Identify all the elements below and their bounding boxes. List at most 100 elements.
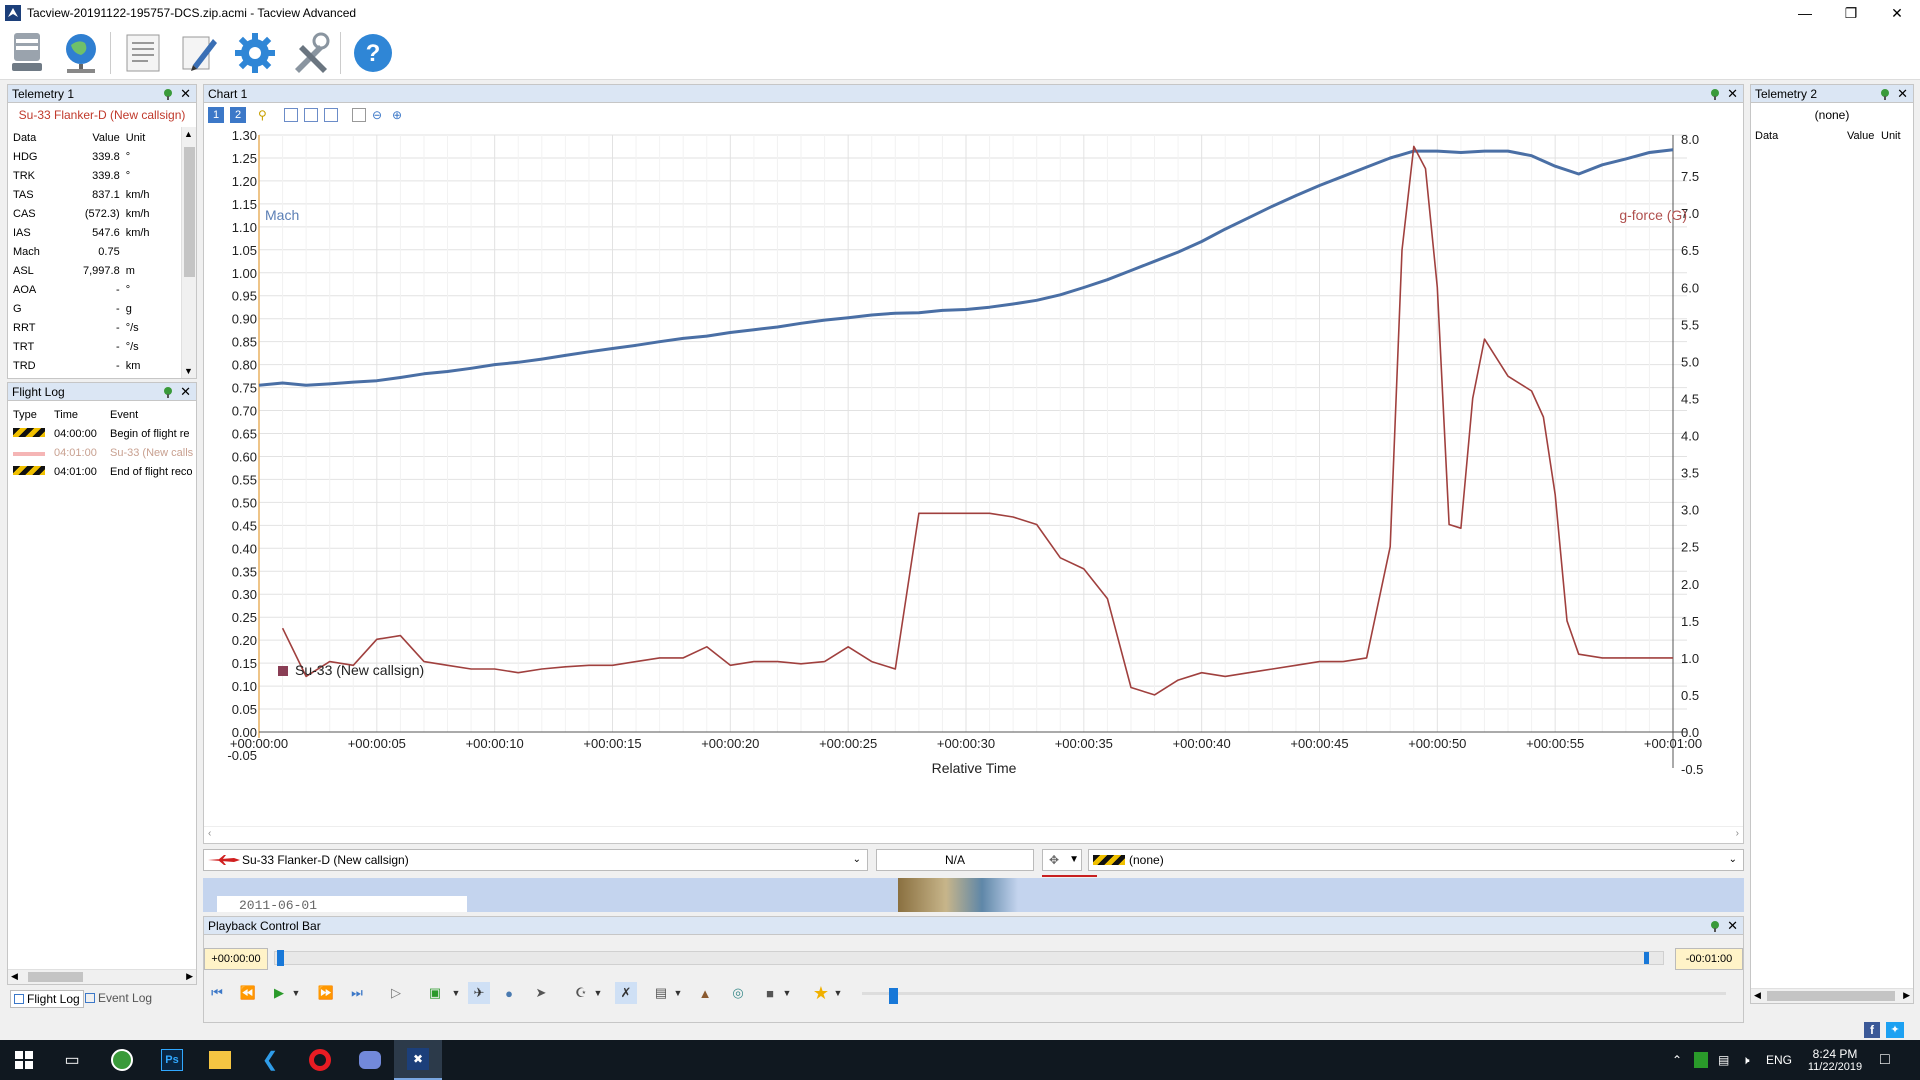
- table-row[interactable]: G -g: [13, 299, 178, 318]
- vscode-icon[interactable]: ❮: [246, 1040, 294, 1080]
- chevron-down-icon[interactable]: ▼: [290, 982, 302, 1004]
- scroll-left-icon[interactable]: ◀: [1754, 990, 1761, 1001]
- hard-drive-icon[interactable]: [2, 28, 52, 78]
- timeline-start-handle[interactable]: [277, 950, 284, 966]
- file-explorer-icon[interactable]: [196, 1040, 244, 1080]
- table-row[interactable]: IAS 547.6 km/h: [13, 223, 178, 242]
- table-row[interactable]: AOA - °: [13, 280, 178, 299]
- zoom-out-icon[interactable]: ⊖: [372, 108, 386, 122]
- play-icon[interactable]: ▶: [268, 982, 290, 1004]
- list-item[interactable]: 04:01:00 Su-33 (New calls: [13, 443, 196, 462]
- opera-icon[interactable]: [296, 1040, 344, 1080]
- chevron-down-icon[interactable]: ▼: [832, 982, 844, 1004]
- camera-mode-icon[interactable]: ▣: [420, 982, 450, 1004]
- table-row[interactable]: TRK 339.8 °: [13, 166, 178, 185]
- pin-icon[interactable]: [1879, 88, 1891, 100]
- step-icon[interactable]: ▷: [385, 982, 407, 1004]
- pin-icon[interactable]: [1709, 920, 1721, 932]
- table-row[interactable]: TRD - km: [13, 356, 178, 375]
- radar-icon[interactable]: ◎: [727, 982, 749, 1004]
- chevron-down-icon[interactable]: ▼: [450, 982, 462, 1004]
- help-icon[interactable]: ?: [348, 28, 398, 78]
- notification-icon[interactable]: □: [1880, 1040, 1890, 1080]
- close-window-button[interactable]: ✕: [1874, 0, 1920, 26]
- timeline-end-handle[interactable]: [1644, 952, 1649, 964]
- network-icon[interactable]: ▤: [1718, 1040, 1729, 1080]
- tacview-taskbar-icon[interactable]: ✖: [394, 1040, 442, 1080]
- tray-green-icon[interactable]: [1694, 1040, 1708, 1080]
- scroll-up-icon[interactable]: ▲: [184, 129, 193, 139]
- table-row[interactable]: TAS 837.1 km/h: [13, 185, 178, 204]
- antenna-icon[interactable]: ☪: [570, 982, 592, 1004]
- close-icon[interactable]: ✕: [180, 85, 191, 103]
- target-select[interactable]: (none) ⌄: [1088, 849, 1744, 871]
- scroll-left-icon[interactable]: ◀: [11, 971, 18, 982]
- marker-select[interactable]: ✥ ▼: [1042, 849, 1082, 871]
- table-row[interactable]: TRT - °/s: [13, 337, 178, 356]
- screenshot-icon[interactable]: ■: [759, 982, 781, 1004]
- ship-icon[interactable]: ▲: [694, 982, 716, 1004]
- close-icon[interactable]: ✕: [1727, 917, 1738, 935]
- list-item[interactable]: 04:01:00 End of flight reco: [13, 462, 196, 481]
- chart-area[interactable]: 1.30 1.25 1.20 1.15 1.10 1.05 1.00 0.95 0.90 0.85…: [204, 125, 1743, 825]
- language-indicator[interactable]: ENG: [1766, 1040, 1792, 1080]
- task-view-icon[interactable]: ▭: [48, 1040, 96, 1080]
- missile-icon[interactable]: ➤: [530, 982, 552, 1004]
- close-icon[interactable]: ✕: [1727, 85, 1738, 103]
- pin-icon[interactable]: [162, 88, 174, 100]
- chevron-down-icon[interactable]: ▼: [592, 982, 604, 1004]
- fast-forward-icon[interactable]: ⏩: [315, 982, 337, 1004]
- discord-icon[interactable]: [346, 1040, 394, 1080]
- star-icon[interactable]: ★: [810, 982, 832, 1004]
- na-field[interactable]: N/A: [876, 849, 1034, 871]
- pin-icon[interactable]: [162, 386, 174, 398]
- restore-button[interactable]: ❐: [1828, 0, 1874, 26]
- speed-slider-handle[interactable]: [889, 988, 898, 1004]
- table-row[interactable]: HDG 339.8 °: [13, 147, 178, 166]
- chevron-down-icon[interactable]: ▼: [781, 982, 793, 1004]
- playback-start-time[interactable]: +00:00:00: [204, 948, 268, 970]
- tab-flight-log[interactable]: Flight Log: [10, 990, 84, 1008]
- chart-view-icon[interactable]: [324, 108, 338, 122]
- telemetry2-hscrollbar[interactable]: ◀ ▶: [1751, 988, 1913, 1003]
- page-icon[interactable]: [352, 108, 366, 122]
- rewind-icon[interactable]: ⏪: [237, 982, 259, 1004]
- document-icon[interactable]: [118, 28, 168, 78]
- object-select[interactable]: Su-33 Flanker-D (New callsign) ⌄: [203, 849, 868, 871]
- tray-chevron-icon[interactable]: ⌃: [1672, 1040, 1682, 1080]
- scroll-thumb[interactable]: [28, 972, 83, 982]
- playback-end-time[interactable]: -00:01:00: [1675, 948, 1743, 970]
- scroll-right-icon[interactable]: ›: [1736, 828, 1739, 839]
- close-icon[interactable]: ✕: [180, 383, 191, 401]
- table-row[interactable]: Mach 0.75: [13, 242, 178, 261]
- zoom-icon[interactable]: ⚲: [258, 108, 272, 122]
- table-row[interactable]: ASL 7,997.8 m: [13, 261, 178, 280]
- scroll-left-icon[interactable]: ‹: [208, 828, 211, 839]
- chart-view-icon[interactable]: [304, 108, 318, 122]
- volume-icon[interactable]: 🕨: [1742, 1040, 1750, 1080]
- clock[interactable]: 8:24 PM 11/22/2019: [1800, 1040, 1870, 1080]
- edit-pen-icon[interactable]: [174, 28, 224, 78]
- chart-view-icon[interactable]: [284, 108, 298, 122]
- twitter-icon[interactable]: ✦: [1886, 1022, 1904, 1038]
- scroll-down-icon[interactable]: ▼: [184, 366, 193, 376]
- scroll-thumb[interactable]: [1767, 991, 1895, 1001]
- timeline-slider[interactable]: [274, 950, 1664, 966]
- axis-1-icon[interactable]: 1: [208, 107, 224, 123]
- photoshop-icon[interactable]: Ps: [148, 1040, 196, 1080]
- scroll-right-icon[interactable]: ▶: [1903, 990, 1910, 1001]
- facebook-icon[interactable]: f: [1864, 1022, 1880, 1038]
- zoom-in-icon[interactable]: ⊕: [392, 108, 406, 122]
- list-item[interactable]: 04:00:00 Begin of flight re: [13, 424, 196, 443]
- axis-2-icon[interactable]: 2: [230, 107, 246, 123]
- speed-slider[interactable]: [862, 992, 1726, 995]
- globe-network-icon[interactable]: [56, 28, 106, 78]
- skip-to-start-icon[interactable]: ⏮: [206, 982, 228, 1004]
- minimize-button[interactable]: —: [1782, 0, 1828, 26]
- table-row[interactable]: RRT - °/s: [13, 318, 178, 337]
- table-row[interactable]: CAS (572.3) km/h: [13, 204, 178, 223]
- vehicle-icon[interactable]: ▤: [650, 982, 672, 1004]
- windows-start-icon[interactable]: [0, 1040, 48, 1080]
- chevron-down-icon[interactable]: ▼: [672, 982, 684, 1004]
- pin-icon[interactable]: [1709, 88, 1721, 100]
